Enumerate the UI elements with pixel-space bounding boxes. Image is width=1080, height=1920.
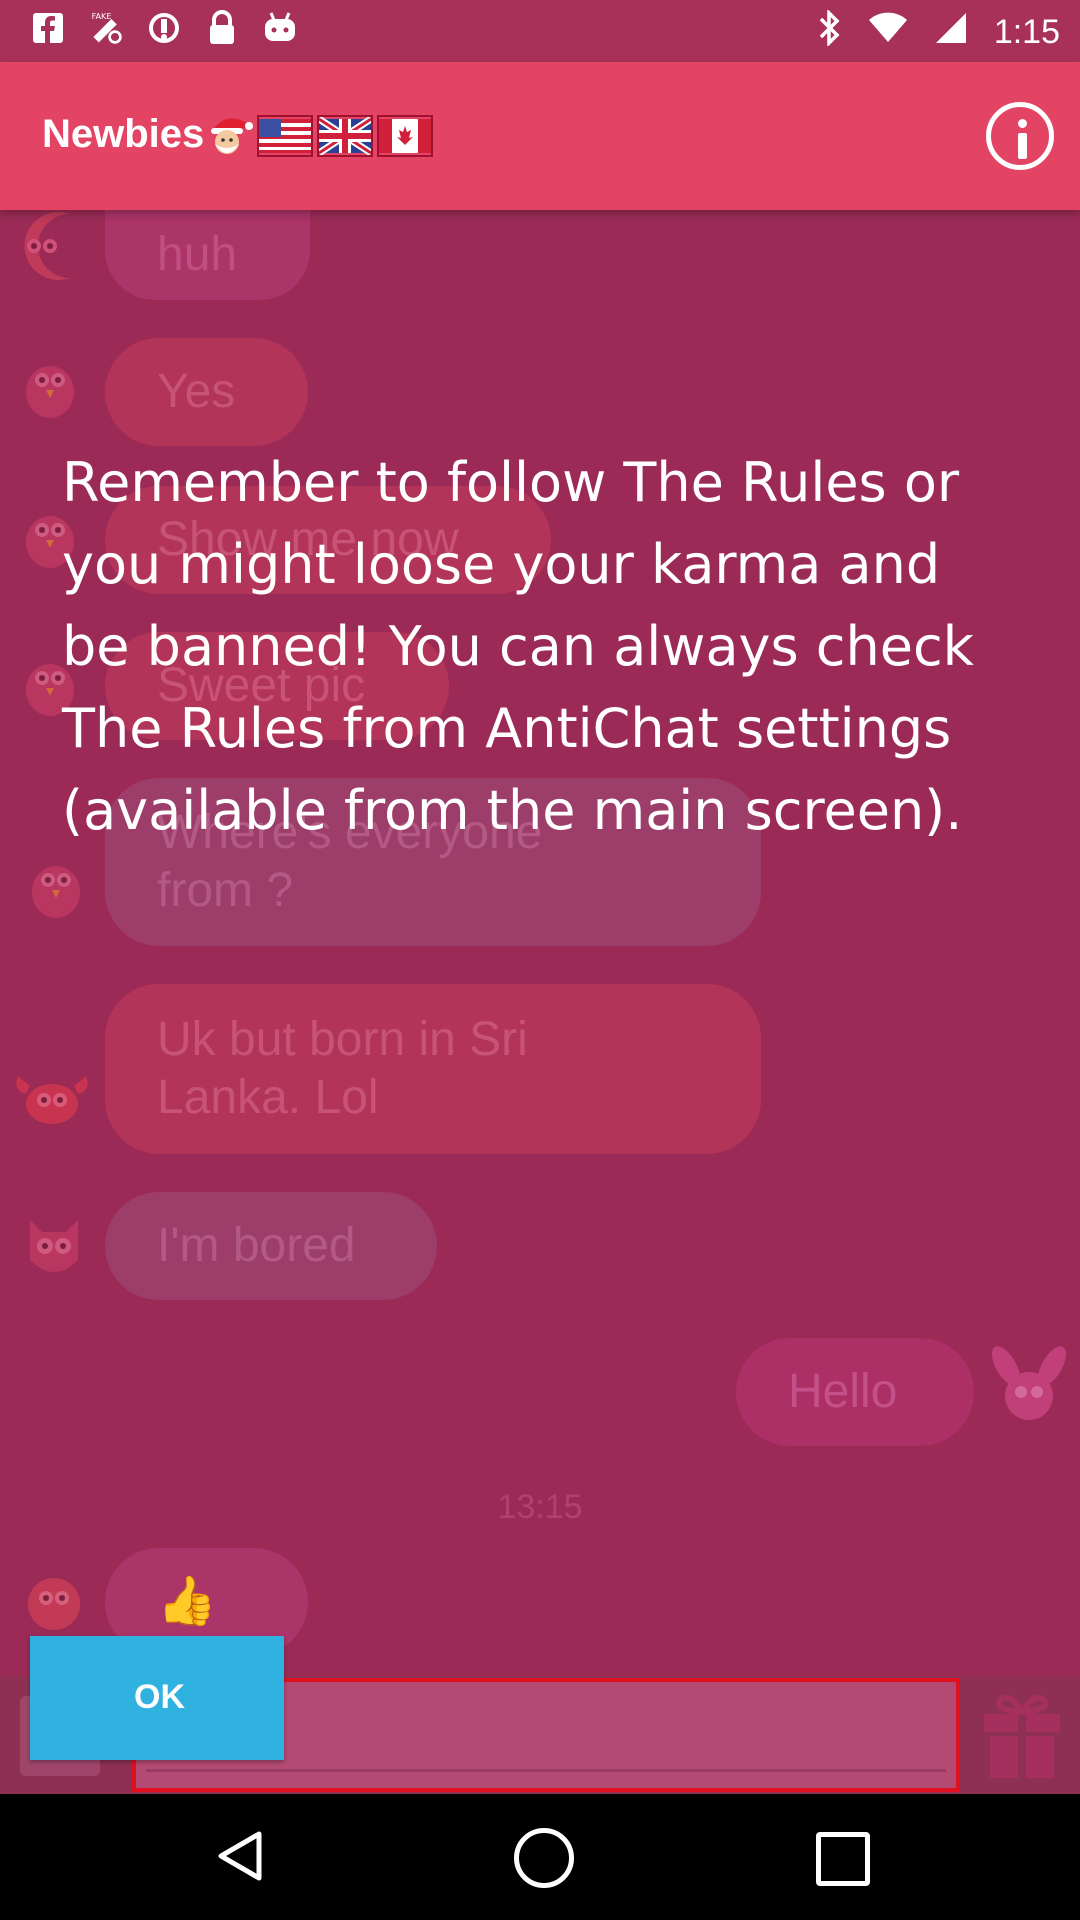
sync-icon — [146, 10, 182, 46]
bluetooth-icon — [818, 8, 842, 55]
bird-avatar — [26, 366, 74, 418]
wifi-icon — [868, 12, 908, 53]
app-bar: Newbies — [0, 62, 1080, 210]
message-bubble[interactable]: I'm bored — [105, 1192, 437, 1300]
status-icons-right: 1:15 — [818, 8, 1060, 55]
message-text: huh — [157, 228, 238, 282]
canada-flag-icon — [377, 115, 433, 157]
owl-avatar — [30, 1220, 78, 1272]
status-bar: FAKE 1:15 — [0, 0, 1080, 62]
status-icons-left: FAKE — [30, 10, 298, 46]
bunny-avatar — [992, 1346, 1066, 1420]
svg-text:FAKE: FAKE — [92, 11, 112, 21]
message-text: Uk but born in Sri Lanka. Lol — [157, 1013, 528, 1124]
title-emoji-group — [205, 112, 433, 160]
fake-gps-icon: FAKE — [88, 10, 124, 46]
bird-avatar — [32, 866, 80, 918]
rules-dialog-message: Remember to follow The Rules or you migh… — [62, 451, 974, 842]
lock-icon — [204, 10, 240, 46]
ok-button[interactable]: OK — [30, 1636, 284, 1760]
message-text: Hello — [788, 1365, 898, 1419]
uk-flag-icon — [317, 115, 373, 157]
message-text: 👍 — [157, 1575, 217, 1629]
home-icon[interactable] — [514, 1828, 574, 1888]
navigation-bar — [0, 1794, 1080, 1920]
chat-title: Newbies — [42, 112, 205, 156]
us-flag-icon — [257, 115, 313, 157]
ok-button-label: OK — [134, 1678, 185, 1716]
chat-area[interactable]: huh Yes Show me now Sweet pic Where's ev… — [0, 210, 1080, 1676]
status-time: 1:15 — [993, 13, 1060, 51]
info-icon[interactable] — [986, 102, 1054, 170]
back-icon[interactable] — [215, 1830, 267, 1882]
message-bubble[interactable]: Uk but born in Sri Lanka. Lol — [105, 984, 761, 1154]
message-bubble[interactable]: huh — [105, 210, 310, 300]
message-bubble[interactable]: Yes — [105, 338, 308, 446]
message-text: Yes — [157, 365, 236, 419]
signal-icon — [934, 11, 968, 54]
message-bubble[interactable]: Hello — [736, 1338, 974, 1446]
turkey-avatar — [28, 1578, 80, 1630]
timestamp: 13:15 — [497, 1488, 583, 1526]
facebook-icon — [30, 10, 66, 46]
input-underline — [146, 1769, 946, 1772]
recent-apps-icon[interactable] — [816, 1832, 870, 1886]
gift-icon[interactable] — [980, 1690, 1064, 1780]
android-icon — [262, 10, 298, 46]
crab-avatar — [16, 1076, 88, 1124]
moon-fish-avatar — [24, 212, 70, 280]
santa-emoji-icon — [211, 118, 253, 154]
message-text: I'm bored — [157, 1219, 356, 1273]
